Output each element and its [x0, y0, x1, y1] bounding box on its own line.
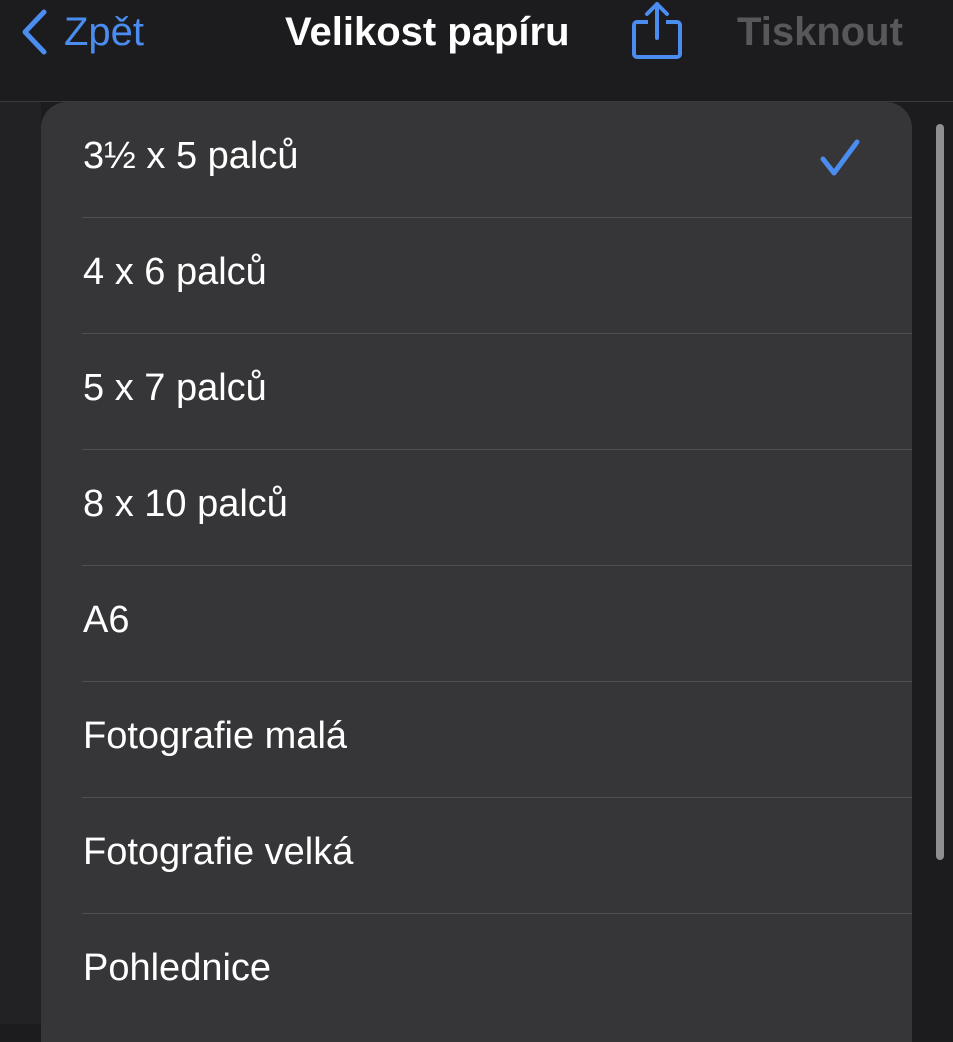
- checkmark-icon: [819, 138, 861, 183]
- back-button[interactable]: Zpět: [20, 4, 144, 60]
- chevron-left-icon: [20, 9, 48, 55]
- share-button[interactable]: [630, 0, 684, 62]
- background-strip: [0, 102, 41, 1024]
- back-button-label: Zpět: [64, 9, 145, 54]
- paper-size-option-8x10[interactable]: 8 x 10 palců: [41, 450, 912, 566]
- scrollbar[interactable]: [936, 124, 944, 860]
- paper-size-label: 5 x 7 palců: [83, 367, 267, 409]
- print-button[interactable]: Tisknout: [737, 4, 903, 60]
- paper-size-label: Pohlednice: [83, 947, 272, 989]
- paper-size-label: Fotografie velká: [83, 831, 354, 873]
- paper-size-label: 3½ x 5 palců: [83, 135, 299, 177]
- paper-size-option-photo-large[interactable]: Fotografie velká: [41, 798, 912, 914]
- paper-size-label: 8 x 10 palců: [83, 483, 288, 525]
- navigation-bar: Zpět Velikost papíru Tisknout: [0, 0, 953, 102]
- paper-size-option-a6[interactable]: A6: [41, 566, 912, 682]
- paper-size-label: Fotografie malá: [83, 715, 348, 757]
- paper-size-option-photo-small[interactable]: Fotografie malá: [41, 682, 912, 798]
- paper-size-label: A6: [83, 599, 130, 641]
- paper-size-option-3-5x5[interactable]: 3½ x 5 palců: [41, 102, 912, 218]
- page-title: Velikost papíru: [285, 10, 570, 54]
- share-icon: [630, 2, 684, 66]
- paper-size-option-5x7[interactable]: 5 x 7 palců: [41, 334, 912, 450]
- paper-size-label: 4 x 6 palců: [83, 251, 267, 293]
- paper-size-list: 3½ x 5 palců 4 x 6 palců 5 x 7 palců 8 x…: [41, 102, 912, 1042]
- paper-size-option-postcard[interactable]: Pohlednice: [41, 914, 912, 1030]
- paper-size-option-4x6[interactable]: 4 x 6 palců: [41, 218, 912, 334]
